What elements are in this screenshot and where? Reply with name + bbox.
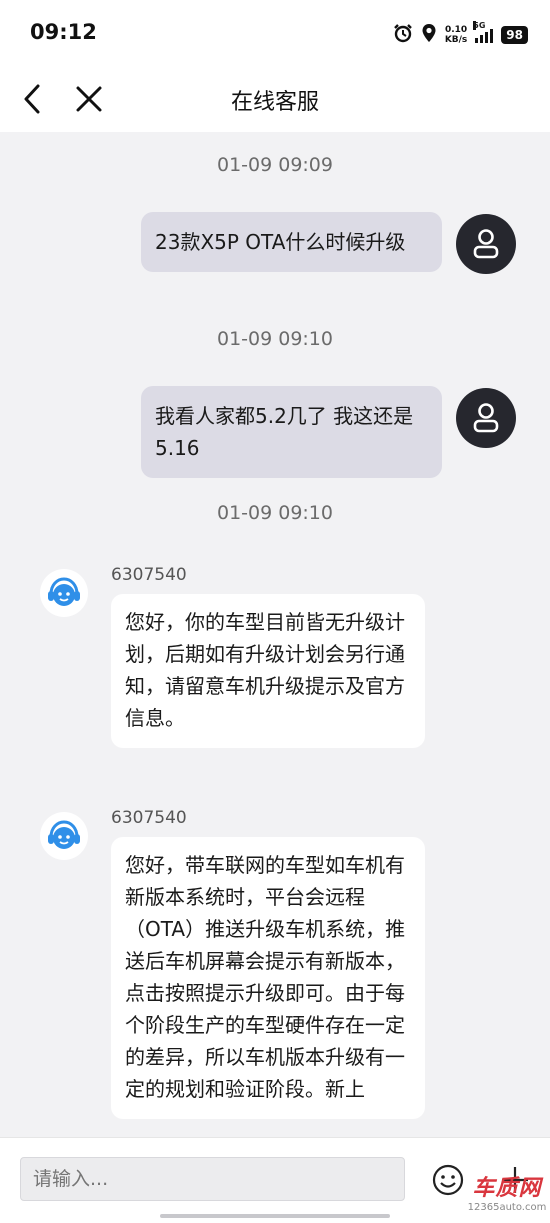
cellular-signal-icon: 5G	[473, 21, 494, 43]
status-icons: 0.10 KB/s 5G 98	[393, 21, 528, 48]
agent-avatar[interactable]	[40, 569, 88, 617]
agent-name: 6307540	[111, 808, 187, 828]
watermark-url: 12365auto.com	[467, 1202, 547, 1213]
message-timestamp: 01-09 09:10	[216, 328, 333, 350]
agent-message-bubble[interactable]: 您好，带车联网的车型如车机有新版本系统时，平台会远程（OTA）推送升级车机系统，…	[111, 837, 425, 1119]
emoji-button[interactable]	[431, 1163, 465, 1197]
user-message-bubble[interactable]: 我看人家都5.2几了 我这还是5.16	[141, 386, 442, 478]
customer-service-headset-icon	[48, 577, 80, 606]
user-avatar[interactable]	[456, 214, 516, 274]
battery-indicator: 98	[501, 26, 528, 44]
status-time: 09:12	[30, 20, 97, 44]
agent-avatar[interactable]	[40, 812, 88, 860]
agent-message-bubble[interactable]: 您好，你的车型目前皆无升级计划，后期如有升级计划会另行通知，请留意车机升级提示及…	[111, 594, 425, 748]
user-avatar-icon	[473, 229, 499, 259]
user-avatar-icon	[473, 403, 499, 433]
home-indicator	[160, 1214, 390, 1218]
user-avatar[interactable]	[456, 388, 516, 448]
agent-name: 6307540	[111, 565, 187, 585]
customer-service-headset-icon	[48, 820, 80, 849]
network-speed-value: 0.10	[444, 25, 468, 35]
message-timestamp: 01-09 09:09	[216, 154, 333, 176]
message-input[interactable]	[20, 1157, 405, 1201]
page-title: 在线客服	[230, 90, 319, 115]
network-type: 5G	[473, 21, 486, 30]
alarm-clock-icon	[393, 23, 413, 47]
emoji-icon	[432, 1164, 464, 1196]
location-pin-icon	[421, 23, 437, 47]
watermark-logo: 车质网	[472, 1176, 542, 1201]
status-bar: 09:12 0.10 KB/s 5G 98	[0, 0, 550, 68]
nav-bar: 在线客服	[0, 68, 550, 132]
network-speed: 0.10 KB/s	[445, 25, 467, 45]
user-message-bubble[interactable]: 23款X5P OTA什么时候升级	[141, 212, 442, 272]
chat-message-list[interactable]: 01-09 09:09 23款X5P OTA什么时候升级 01-09 09:10…	[0, 132, 550, 1137]
message-timestamp: 01-09 09:10	[216, 502, 333, 524]
network-speed-unit: KB/s	[444, 35, 468, 45]
site-watermark: 车质网 12365auto.com	[464, 1170, 550, 1222]
